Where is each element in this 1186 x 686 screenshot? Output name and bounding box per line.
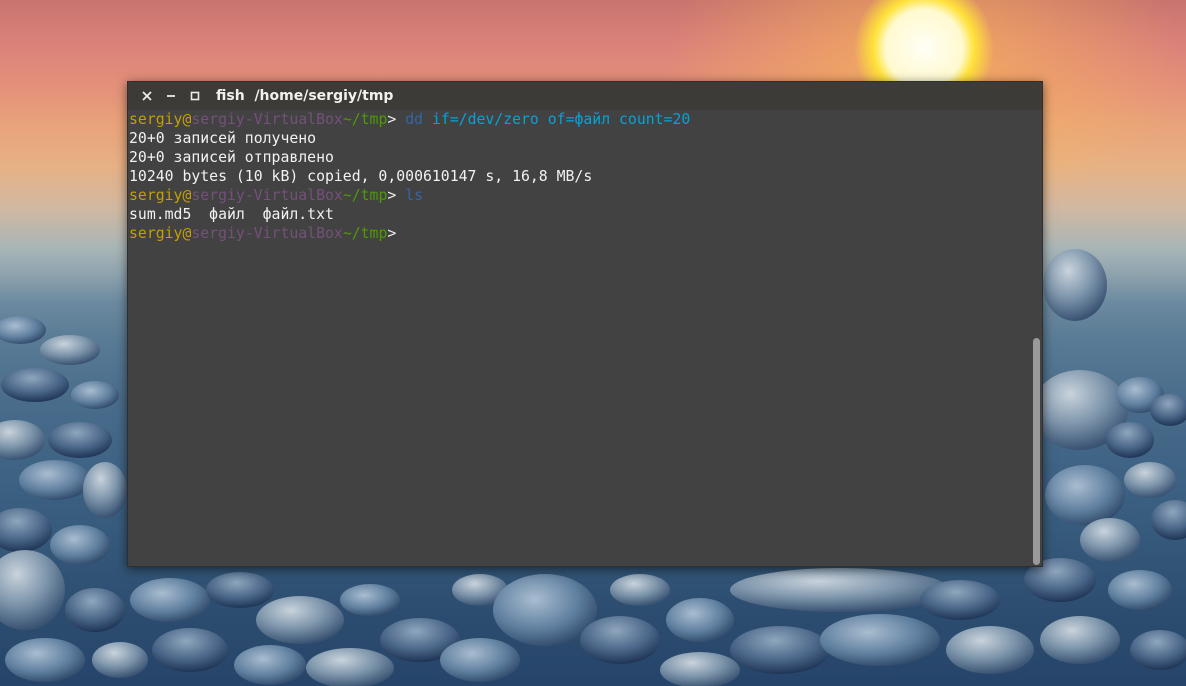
prompt-line: sergiy@sergiy-VirtualBox~/tmp> [129,224,1042,243]
terminal-output[interactable]: sergiy@sergiy-VirtualBox~/tmp> dd if=/de… [128,110,1042,566]
pebbles-left [0,316,148,682]
prompt-path: ~/tmp [342,225,388,242]
prompt-symbol: > [387,111,406,128]
prompt-path: ~/tmp [342,111,388,128]
prompt-host: sergiy-VirtualBox [191,187,343,204]
minimize-icon[interactable] [164,89,178,103]
terminal-window[interactable]: fish /home/sergiy/tmp sergiy@sergiy-Virt… [127,81,1043,567]
prompt-user: sergiy [129,225,183,242]
prompt-user: sergiy [129,111,183,128]
desktop-wallpaper: fish /home/sergiy/tmp sergiy@sergiy-Virt… [0,0,1186,686]
prompt-host: sergiy-VirtualBox [191,111,343,128]
scrollbar-thumb[interactable] [1033,338,1040,565]
pebbles-bottom [130,568,1034,686]
command-args: if=/dev/zero of=файл count=20 [423,111,691,128]
output-line: 10240 bytes (10 kB) copied, 0,000610147 … [129,168,593,185]
prompt-line: sergiy@sergiy-VirtualBox~/tmp> dd if=/de… [129,110,1042,129]
window-title-app: fish [216,88,245,104]
command-name: dd [405,111,424,128]
prompt-symbol: > [387,225,406,242]
output-line: 20+0 записей отправлено [129,149,334,166]
maximize-icon[interactable] [188,89,202,103]
window-title-path: /home/sergiy/tmp [254,88,394,104]
prompt-user: sergiy [129,187,183,204]
window-titlebar[interactable]: fish /home/sergiy/tmp [128,82,1042,110]
prompt-host: sergiy-VirtualBox [191,225,343,242]
close-icon[interactable] [140,89,154,103]
window-title: fish /home/sergiy/tmp [216,88,393,104]
prompt-path: ~/tmp [342,187,388,204]
output-line: 20+0 записей получено [129,130,317,147]
output-line: sum.md5 файл файл.txt [129,206,334,223]
command-name: ls [405,187,424,204]
prompt-line: sergiy@sergiy-VirtualBox~/tmp> ls [129,186,1042,205]
pebbles-right [1024,249,1186,670]
prompt-symbol: > [387,187,406,204]
